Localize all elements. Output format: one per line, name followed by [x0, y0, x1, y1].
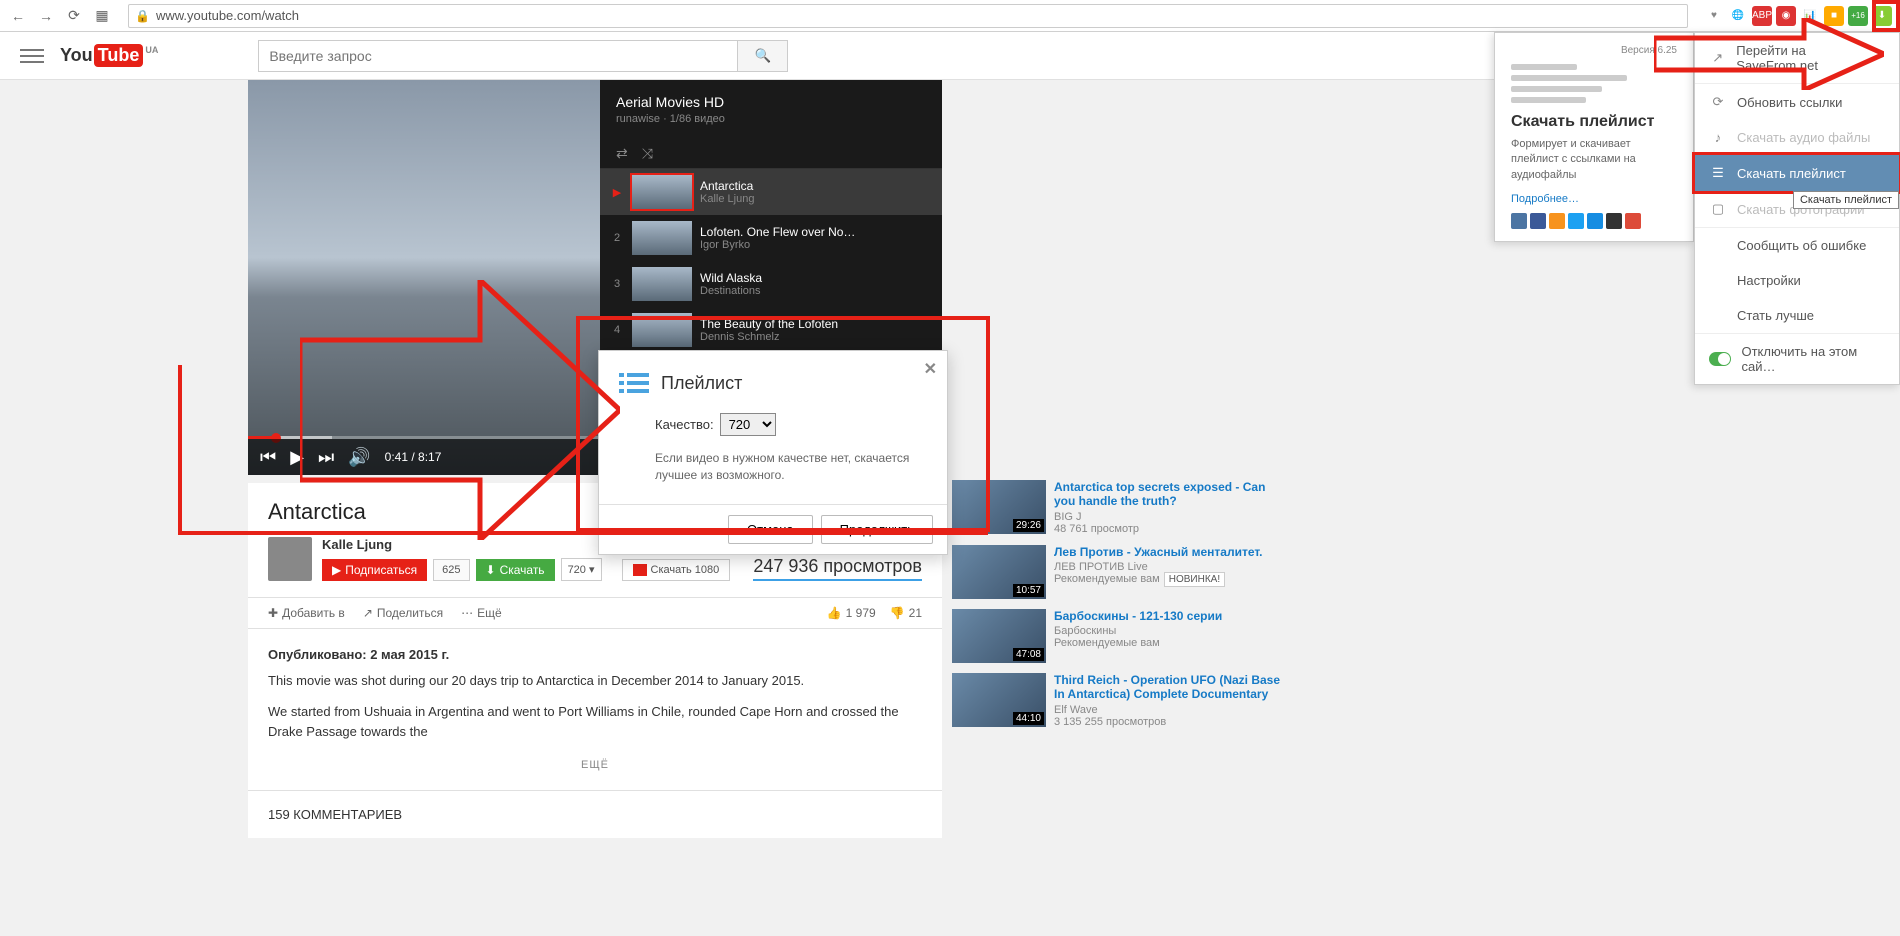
add-to-button[interactable]: ✚ Добавить в: [268, 606, 345, 620]
reload-icon[interactable]: ⟳: [64, 6, 84, 26]
modal-note: Если видео в нужном качестве нет, скачае…: [655, 450, 927, 484]
download-quality[interactable]: 720 ▾: [561, 558, 602, 581]
player-controls: ⏮ ▶ ⏭ 🔊 0:41 / 8:17: [248, 439, 600, 475]
browser-toolbar: ← → ⟳ ▦ 🔒 www.youtube.com/watch ♥ 🌐 ABP …: [0, 0, 1900, 32]
playlist-item[interactable]: ▶AntarcticaKalle Ljung: [600, 169, 942, 215]
quality-select[interactable]: 720: [720, 413, 776, 436]
extension-icons: ♥ 🌐 ABP ◉ 📊 ■ +16 ⬇: [1704, 6, 1892, 26]
ext-badge-icon[interactable]: +16: [1848, 6, 1868, 26]
publish-date: Опубликовано: 2 мая 2015 г.: [268, 645, 922, 665]
url-text: www.youtube.com/watch: [156, 8, 299, 23]
shuffle-icon[interactable]: ⤨: [642, 145, 653, 162]
video-description: Опубликовано: 2 мая 2015 г. This movie w…: [248, 629, 942, 791]
vk-icon[interactable]: [1511, 213, 1527, 229]
desc-line: We started from Ushuaia in Argentina and…: [268, 702, 922, 741]
recommendation-item[interactable]: 47:08Барбоскины - 121-130 серииБарбоскин…: [948, 609, 1288, 663]
desc-line: This movie was shot during our 20 days t…: [268, 671, 922, 691]
social-icons: [1511, 213, 1677, 229]
back-icon[interactable]: ←: [8, 6, 28, 26]
extension-menu: ↗ Перейти на SaveFrom.net ⟳ Обновить ссы…: [1694, 32, 1900, 385]
recommendation-item[interactable]: 10:57Лев Против - Ужасный менталитет.ЛЕВ…: [948, 545, 1288, 599]
heart-icon[interactable]: ♥: [1704, 6, 1724, 26]
address-bar[interactable]: 🔒 www.youtube.com/watch: [128, 4, 1688, 28]
youtube-logo[interactable]: You Tube UA: [60, 44, 158, 67]
recommendations: 29:26Antarctica top secrets exposed - Ca…: [948, 480, 1288, 838]
subscribe-button[interactable]: ▶ Подписаться: [322, 559, 427, 581]
playlist-item[interactable]: 2Lofoten. One Flew over No…Igor Byrko: [600, 215, 942, 261]
external-icon: ↗: [1709, 50, 1726, 66]
ext-orange-icon[interactable]: ■: [1824, 6, 1844, 26]
prev-icon[interactable]: ⏮: [260, 447, 276, 468]
ext-red-icon[interactable]: ◉: [1776, 6, 1796, 26]
search-input[interactable]: [258, 40, 738, 72]
ok-icon[interactable]: [1549, 213, 1565, 229]
more-button[interactable]: ⋯ Ещё: [461, 606, 502, 620]
playlist-modal: ✕ Плейлист Качество: 720 Если видео в ну…: [598, 350, 948, 555]
playlist-item[interactable]: 3Wild AlaskaDestinations: [600, 261, 942, 307]
apps-icon[interactable]: ▦: [92, 6, 112, 26]
share-button[interactable]: ↗ Поделиться: [363, 606, 443, 620]
menu-download-playlist[interactable]: ☰ Скачать плейлист Скачать плейлист: [1695, 155, 1899, 191]
lock-icon: 🔒: [135, 9, 150, 23]
version-label: Версия 6.25: [1511, 45, 1677, 56]
refresh-icon: ⟳: [1709, 94, 1727, 110]
playlist-title: Aerial Movies HD: [616, 94, 926, 110]
twitter-icon[interactable]: [1568, 213, 1584, 229]
forward-icon[interactable]: →: [36, 6, 56, 26]
play-icon[interactable]: ▶: [290, 447, 304, 468]
photo-icon: ▢: [1709, 201, 1727, 217]
video-player[interactable]: ⏮ ▶ ⏭ 🔊 0:41 / 8:17: [248, 80, 600, 475]
recommendation-item[interactable]: 44:10Third Reich - Operation UFO (Nazi B…: [948, 673, 1288, 728]
savefrom-icon[interactable]: ⬇: [1872, 6, 1892, 26]
dislike-button[interactable]: 👎 21: [890, 606, 922, 620]
menu-improve[interactable]: Стать лучше: [1695, 298, 1899, 333]
search-form: 🔍: [258, 40, 788, 72]
extension-info-panel: Версия 6.25 Скачать плейлист Формирует и…: [1494, 32, 1694, 242]
mail-icon[interactable]: [1587, 213, 1603, 229]
download-1080-button[interactable]: Скачать 1080: [622, 559, 731, 581]
repeat-icon[interactable]: ⇄: [616, 145, 628, 162]
cancel-button[interactable]: Отмена: [728, 515, 813, 544]
menu-disable-site[interactable]: Отключить на этом сай…: [1695, 334, 1899, 384]
toggle-icon[interactable]: [1709, 352, 1731, 366]
menu-refresh-links[interactable]: ⟳ Обновить ссылки: [1695, 84, 1899, 120]
abp-icon[interactable]: ABP: [1752, 6, 1772, 26]
menu-report-bug[interactable]: Сообщить об ошибке: [1695, 228, 1899, 263]
globe-icon[interactable]: 🌐: [1728, 6, 1748, 26]
channel-avatar[interactable]: [268, 537, 312, 581]
ext-panel-desc: Формирует и скачивает плейлист с ссылкам…: [1511, 137, 1677, 183]
comments-header: 159 КОММЕНТАРИЕВ: [248, 791, 942, 838]
facebook-icon[interactable]: [1530, 213, 1546, 229]
recommendation-item[interactable]: 29:26Antarctica top secrets exposed - Ca…: [948, 480, 1288, 535]
playlist-meta: runawise · 1/86 видео: [616, 113, 926, 125]
download-button[interactable]: ⬇ Скачать: [476, 559, 555, 581]
time-display: 0:41 / 8:17: [385, 450, 442, 464]
search-button[interactable]: 🔍: [738, 40, 788, 72]
misc-icon[interactable]: [1606, 213, 1622, 229]
ext-panel-title: Скачать плейлист: [1511, 113, 1677, 131]
menu-goto-savefrom[interactable]: ↗ Перейти на SaveFrom.net: [1695, 33, 1899, 83]
continue-button[interactable]: Продолжить: [821, 515, 933, 544]
close-icon[interactable]: ✕: [924, 359, 937, 379]
gplus-icon[interactable]: [1625, 213, 1641, 229]
more-link[interactable]: Подробнее…: [1511, 193, 1677, 205]
menu-settings[interactable]: Настройки: [1695, 263, 1899, 298]
audio-icon: ♪: [1709, 130, 1727, 145]
like-button[interactable]: 👍 1 979: [827, 606, 876, 620]
show-more-button[interactable]: ЕЩЁ: [268, 757, 922, 774]
next-icon[interactable]: ⏭: [318, 447, 334, 468]
video-actions: ✚ Добавить в ↗ Поделиться ⋯ Ещё 👍 1 979 …: [248, 598, 942, 629]
quality-label: Качество:: [655, 417, 714, 432]
subscriber-count: 625: [433, 559, 469, 581]
volume-icon[interactable]: 🔊: [348, 447, 370, 468]
menu-icon[interactable]: [20, 44, 44, 68]
menu-download-audio: ♪ Скачать аудио файлы: [1695, 120, 1899, 155]
tooltip: Скачать плейлист: [1793, 191, 1899, 209]
list-icon: [619, 371, 649, 395]
stats-icon[interactable]: 📊: [1800, 6, 1820, 26]
view-count: 247 936 просмотров: [753, 556, 922, 581]
modal-title: Плейлист: [661, 373, 742, 394]
list-icon: ☰: [1709, 165, 1727, 181]
playlist-item[interactable]: 4The Beauty of the LofotenDennis Schmelz: [600, 307, 942, 353]
